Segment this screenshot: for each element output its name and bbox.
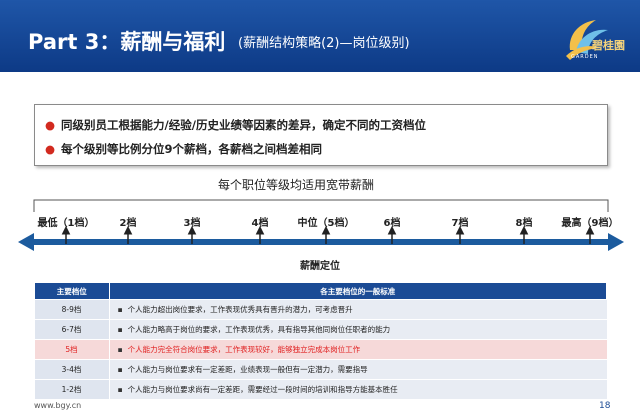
- axis-caption: 薪酬定位: [300, 261, 340, 272]
- grade-cell: 1-2档: [34, 379, 110, 400]
- table-row: 6-7档 ▪ 个人能力略高于岗位的要求，工作表现优秀，具有指导其他同岗位任职者的能…: [34, 319, 607, 340]
- grade-cell: 6-7档: [34, 319, 110, 340]
- table-row: 1-2档 ▪ 个人能力与岗位要求尚有一定差距，需要经过一段时间的培训和指导方能基本…: [34, 379, 607, 400]
- square-bullet-icon: ▪: [117, 325, 123, 334]
- tick-label: 6档: [383, 218, 401, 229]
- grade-cell: 8-9档: [34, 299, 110, 320]
- standard-cell: ▪ 个人能力完全符合岗位要求，工作表现较好，能够独立完成本岗位工作: [109, 339, 607, 360]
- tick-label: 2档: [119, 218, 137, 229]
- brace-line: [33, 199, 609, 212]
- grade-standards-table: 主要档位 各主要档位的一般标准 8-9档 ▪ 个人能力超出岗位要求，工作表现优秀具…: [34, 282, 607, 400]
- table-header-row: 主要档位 各主要档位的一般标准: [34, 282, 607, 300]
- standard-cell: ▪ 个人能力与岗位要求有一定差距，业绩表现一般但有一定潜力，需要指导: [109, 359, 607, 380]
- grade-cell: 5档: [34, 339, 110, 360]
- footer-url: www.bgy.cn: [34, 401, 82, 410]
- standard-text: 个人能力略高于岗位的要求，工作表现优秀，具有指导其他同岗位任职者的能力: [127, 325, 391, 334]
- tick-label: 最低（1档）: [37, 218, 95, 229]
- square-bullet-icon: ▪: [117, 305, 123, 314]
- column-header-grade: 主要档位: [34, 282, 110, 300]
- standard-cell: ▪ 个人能力超出岗位要求，工作表现优秀具有晋升的潜力，可考虑晋升: [109, 299, 607, 320]
- standard-cell: ▪ 个人能力略高于岗位的要求，工作表现优秀，具有指导其他同岗位任职者的能力: [109, 319, 607, 340]
- tick-label: 中位（5档）: [297, 218, 355, 229]
- tick-label: 7档: [451, 218, 469, 229]
- tick-label: 3档: [183, 218, 201, 229]
- table-row: 8-9档 ▪ 个人能力超出岗位要求，工作表现优秀具有晋升的潜力，可考虑晋升: [34, 299, 607, 320]
- tick-label: 4档: [251, 218, 269, 229]
- tick-label: 最高（9档）: [561, 218, 619, 229]
- arrow-left-icon: [18, 233, 34, 251]
- column-header-standard: 各主要档位的一般标准: [108, 282, 607, 300]
- table-row: 3-4档 ▪ 个人能力与岗位要求有一定差距，业绩表现一般但有一定潜力，需要指导: [34, 359, 607, 380]
- standard-text: 个人能力与岗位要求有一定差距，业绩表现一般但有一定潜力，需要指导: [127, 365, 368, 374]
- square-bullet-icon: ▪: [117, 345, 123, 354]
- standard-text: 个人能力与岗位要求尚有一定差距，需要经过一段时间的培训和指导方能基本胜任: [127, 385, 398, 394]
- table-row-highlighted: 5档 ▪ 个人能力完全符合岗位要求，工作表现较好，能够独立完成本岗位工作: [34, 339, 607, 360]
- page-number: 18: [599, 401, 611, 411]
- square-bullet-icon: ▪: [117, 385, 123, 394]
- standard-text: 个人能力完全符合岗位要求，工作表现较好，能够独立完成本岗位工作: [127, 345, 361, 354]
- square-bullet-icon: ▪: [117, 365, 123, 374]
- tick-label: 8档: [515, 218, 533, 229]
- arrow-right-icon: [608, 233, 624, 251]
- grade-cell: 3-4档: [34, 359, 110, 380]
- standard-text: 个人能力超出岗位要求，工作表现优秀具有晋升的潜力，可考虑晋升: [127, 305, 353, 314]
- standard-cell: ▪ 个人能力与岗位要求尚有一定差距，需要经过一段时间的培训和指导方能基本胜任: [109, 379, 607, 400]
